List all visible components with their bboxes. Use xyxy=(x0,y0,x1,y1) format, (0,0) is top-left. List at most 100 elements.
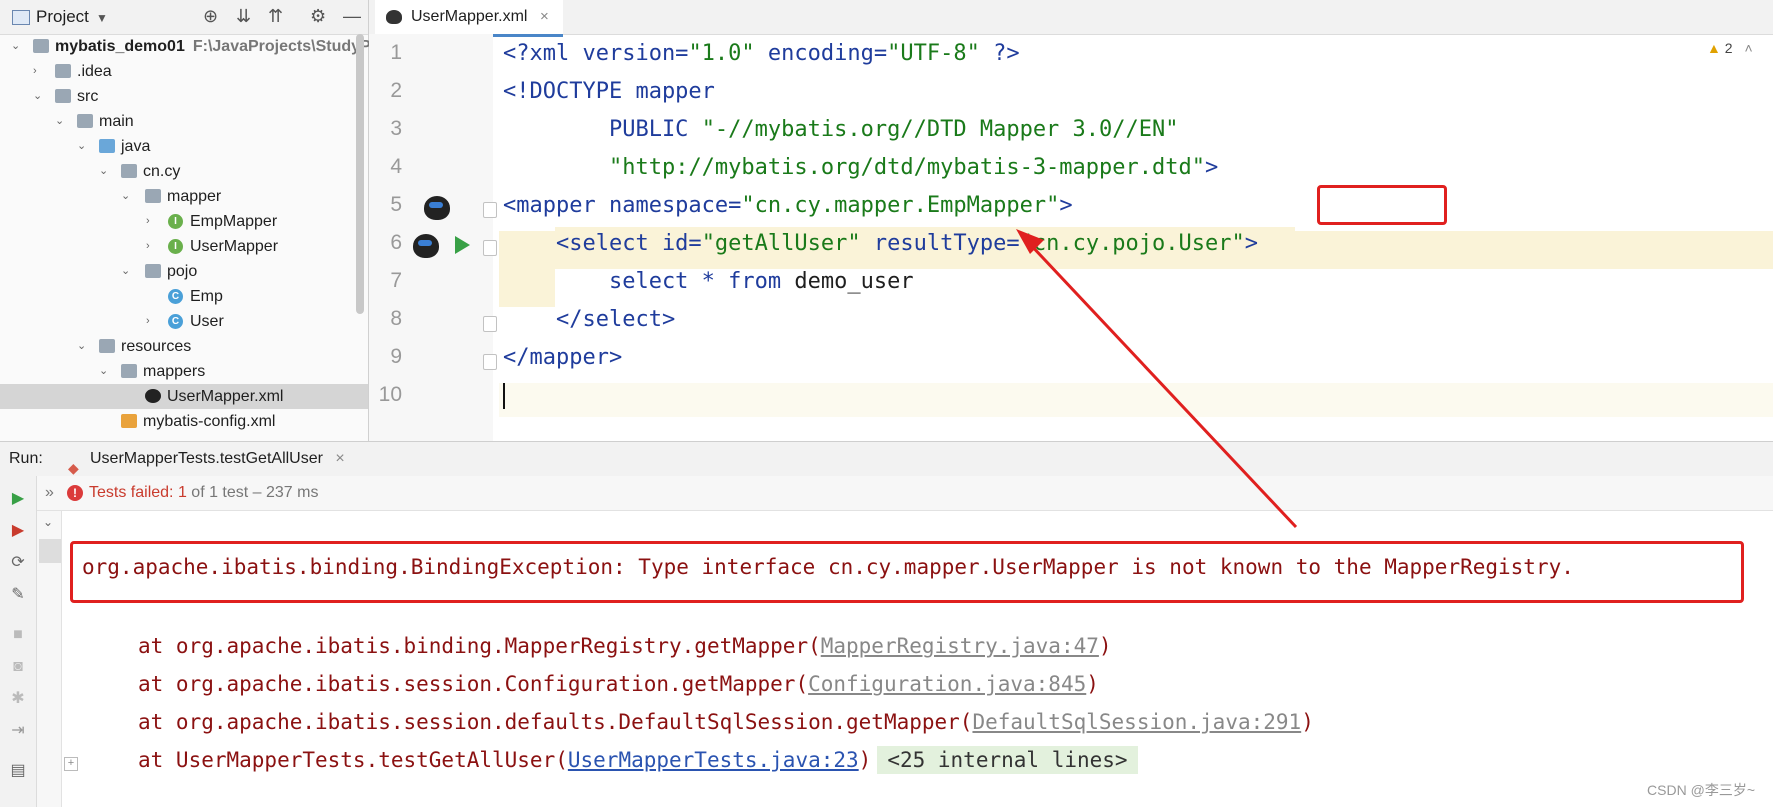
line-number: 4 xyxy=(390,155,402,178)
mybatis-navigate-icon[interactable] xyxy=(424,196,450,220)
tree-item-pojo[interactable]: ⌄ pojo xyxy=(0,259,368,284)
code-line-2[interactable]: <!DOCTYPE mapper xyxy=(503,73,715,111)
tree-item-mybatis-config[interactable]: mybatis-config.xml xyxy=(0,409,368,434)
tree-item-label: src xyxy=(77,88,99,105)
chevron-up-icon[interactable]: ˄ xyxy=(1744,40,1752,56)
fold-icon[interactable] xyxy=(483,354,497,370)
run-icon[interactable] xyxy=(455,236,470,254)
run-tab[interactable]: ◆ UserMapperTests.testGetAllUser × xyxy=(52,442,359,479)
warning-icon: ▲ xyxy=(1707,40,1721,56)
gear-icon[interactable]: ⚙ xyxy=(310,6,326,27)
line-number: 9 xyxy=(390,345,402,368)
test-tree-item[interactable] xyxy=(39,539,61,563)
chevron-down-icon[interactable]: ⌄ xyxy=(11,34,20,59)
tree-item-java[interactable]: ⌄ java xyxy=(0,134,368,159)
close-icon[interactable]: × xyxy=(540,8,549,25)
chevron-down-icon[interactable]: ⌄ xyxy=(77,334,86,359)
error-icon: ! xyxy=(67,485,83,501)
editor-tab-usermapper-xml[interactable]: UserMapper.xml × xyxy=(375,0,563,37)
chevron-down-icon[interactable]: ⌄ xyxy=(77,134,86,159)
source-link[interactable]: Configuration.java:845 xyxy=(808,672,1086,696)
tree-item-resources[interactable]: ⌄ resources xyxy=(0,334,368,359)
layout-icon[interactable]: ▤ xyxy=(9,762,27,780)
camera-icon[interactable]: ◙ xyxy=(9,658,27,676)
wrench-icon[interactable]: ✎ xyxy=(9,586,27,604)
expand-all-icon[interactable]: ⇊ xyxy=(236,6,251,27)
tree-item-label: User xyxy=(190,313,224,330)
internal-lines-fold[interactable]: <25 internal lines> xyxy=(877,746,1138,774)
tree-item-label: UserMapper xyxy=(190,238,279,255)
tree-item-mapper[interactable]: ⌄ mapper xyxy=(0,184,368,209)
project-title[interactable]: Project xyxy=(36,7,89,27)
chevron-down-icon[interactable]: ⌄ xyxy=(43,515,53,529)
tree-item-src[interactable]: ⌄ src xyxy=(0,84,368,109)
editor-tab-bar: UserMapper.xml × xyxy=(369,0,1773,37)
warnings-indicator[interactable]: ▲ 2 ˄ xyxy=(1707,40,1753,56)
code-line-6[interactable]: <select id="getAllUser" resultType="cn.c… xyxy=(503,225,1258,263)
chevron-down-icon[interactable]: ⌄ xyxy=(121,184,130,209)
tree-item-usermapper-xml[interactable]: UserMapper.xml xyxy=(0,384,368,409)
editor: UserMapper.xml × 1 2 3 4 5 6 7 8 9 10 ▲ … xyxy=(369,0,1773,441)
expand-icon[interactable]: » xyxy=(45,476,54,510)
chevron-down-icon[interactable]: ⌄ xyxy=(121,259,130,284)
rerun-icon[interactable]: ▶ xyxy=(9,490,27,508)
chevron-right-icon[interactable]: › xyxy=(33,59,37,84)
fold-icon[interactable] xyxy=(483,240,497,256)
fold-icon[interactable] xyxy=(483,316,497,332)
interface-icon: I xyxy=(168,214,183,229)
tree-item-mappers[interactable]: ⌄ mappers xyxy=(0,359,368,384)
line-number: 10 xyxy=(378,383,402,406)
source-link[interactable]: UserMapperTests.java:23 xyxy=(568,748,859,772)
tree-item-emp[interactable]: C Emp xyxy=(0,284,368,309)
tree-item-label: resources xyxy=(121,338,192,355)
hide-icon[interactable]: — xyxy=(343,6,361,27)
watermark: CSDN @李三岁~ xyxy=(1647,782,1755,798)
close-icon[interactable]: × xyxy=(335,450,344,467)
tree-item-empmapper[interactable]: › I EmpMapper xyxy=(0,209,368,234)
tree-item-usermapper[interactable]: › I UserMapper xyxy=(0,234,368,259)
import-icon[interactable]: ⇥ xyxy=(9,722,27,740)
tree-item-mybatis-demo01[interactable]: ⌄ mybatis_demo01 F:\JavaProjects\StudyPro xyxy=(0,34,387,59)
chevron-down-icon[interactable]: ⌄ xyxy=(33,84,42,109)
test-tree-column: ⌄ xyxy=(37,511,62,807)
tree-item-label: Emp xyxy=(190,288,223,305)
expand-internal-icon[interactable]: + xyxy=(64,757,78,771)
code-line-8[interactable]: </select> xyxy=(503,301,675,339)
source-link[interactable]: MapperRegistry.java:47 xyxy=(821,634,1099,658)
exception-message: org.apache.ibatis.binding.BindingExcepti… xyxy=(82,555,1574,579)
collapse-all-icon[interactable]: ⇈ xyxy=(268,6,283,27)
code-line-10[interactable] xyxy=(503,377,505,415)
chevron-down-icon[interactable]: ⌄ xyxy=(99,159,108,184)
toggle-auto-test-icon[interactable]: ⟳ xyxy=(9,554,27,572)
code-line-5[interactable]: <mapper namespace="cn.cy.mapper.EmpMappe… xyxy=(503,187,1073,225)
stack-frame: at org.apache.ibatis.session.defaults.De… xyxy=(138,710,1314,734)
stop-icon[interactable]: ■ xyxy=(9,626,27,644)
rerun-failed-icon[interactable]: ▶ xyxy=(9,522,27,540)
code-line-3[interactable]: PUBLIC "-//mybatis.org//DTD Mapper 3.0//… xyxy=(503,111,1179,149)
code-line-9[interactable]: </mapper> xyxy=(503,339,622,377)
chevron-down-icon[interactable]: ⌄ xyxy=(55,109,64,134)
tree-item-cn-cy[interactable]: ⌄ cn.cy xyxy=(0,159,368,184)
source-link[interactable]: DefaultSqlSession.java:291 xyxy=(972,710,1301,734)
settings-icon[interactable]: ✱ xyxy=(9,690,27,708)
folder-icon xyxy=(77,114,93,128)
locate-icon[interactable]: ⊕ xyxy=(203,6,218,27)
line-number: 2 xyxy=(390,79,402,102)
code-line-4[interactable]: "http://mybatis.org/dtd/mybatis-3-mapper… xyxy=(503,149,1218,187)
chevron-right-icon[interactable]: › xyxy=(146,209,150,234)
chevron-down-icon[interactable]: ⌄ xyxy=(99,359,108,384)
mybatis-navigate-icon[interactable] xyxy=(413,234,439,258)
chevron-down-icon[interactable]: ▼ xyxy=(96,11,108,25)
tree-item-user[interactable]: › C User xyxy=(0,309,368,334)
chevron-right-icon[interactable]: › xyxy=(146,234,150,259)
project-scrollbar[interactable] xyxy=(356,34,364,314)
line-number: 7 xyxy=(390,269,402,292)
package-icon xyxy=(145,189,161,203)
tree-item-idea[interactable]: › .idea xyxy=(0,59,368,84)
code-line-1[interactable]: <?xml version="1.0" encoding="UTF-8" ?> xyxy=(503,35,1020,73)
tree-item-main[interactable]: ⌄ main xyxy=(0,109,368,134)
fold-icon[interactable] xyxy=(483,202,497,218)
tree-item-label: cn.cy xyxy=(143,163,181,180)
code-line-7[interactable]: select * from demo_user xyxy=(503,263,914,301)
chevron-right-icon[interactable]: › xyxy=(146,309,150,334)
